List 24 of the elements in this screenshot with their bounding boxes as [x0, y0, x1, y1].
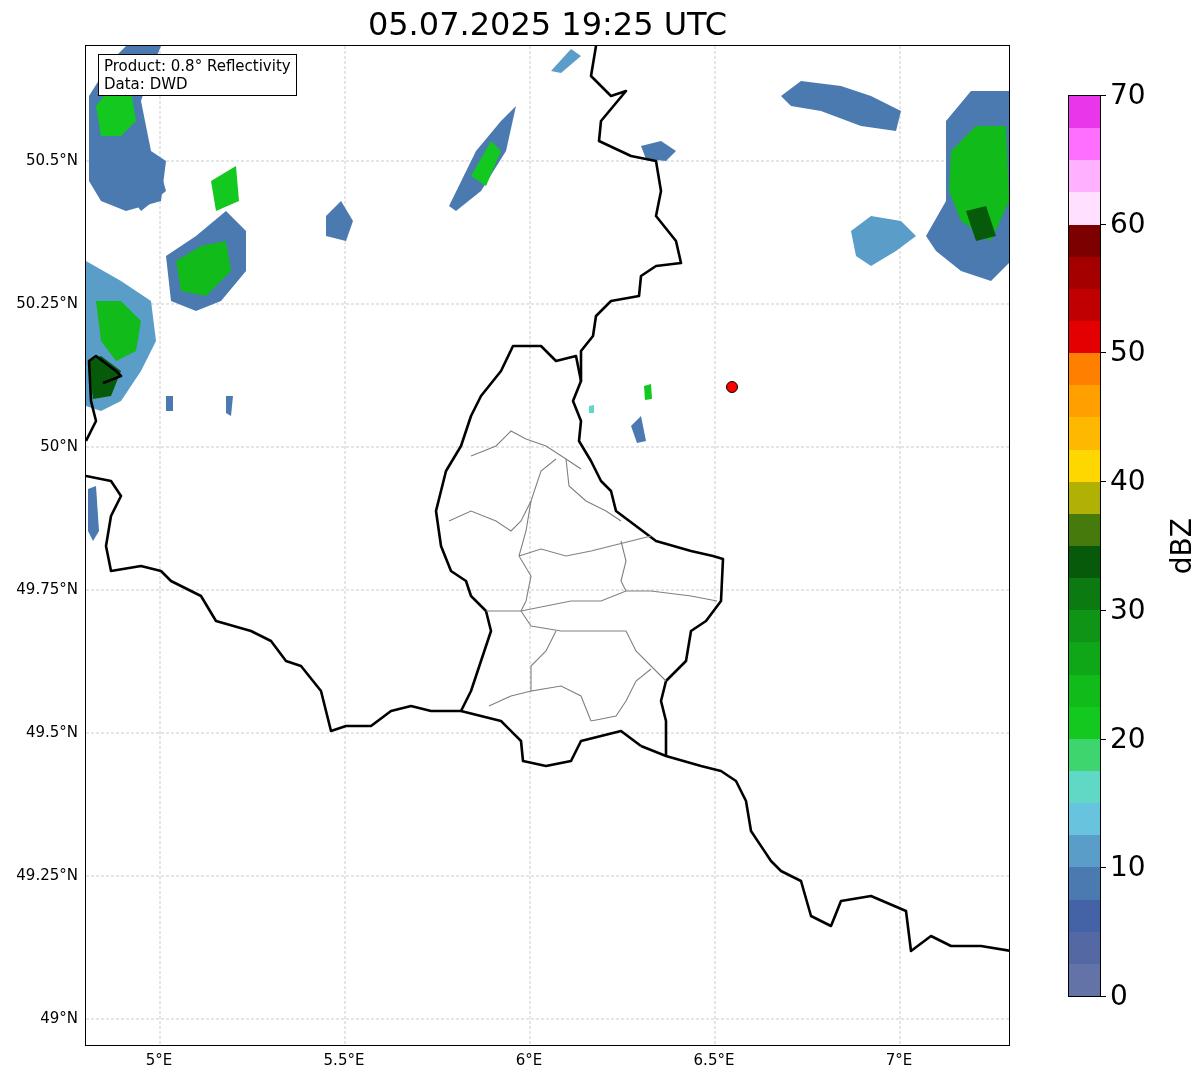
axis-tick-label: 5.5°E [322, 1051, 366, 1069]
axis-tick-label: 49°N [39, 1009, 78, 1027]
axis-tick-label: 6°E [514, 1051, 544, 1069]
axis-tick-label: 49.75°N [15, 580, 78, 598]
colorbar-tick-label: 40 [1110, 465, 1146, 497]
axis-tick-label: 49.25°N [15, 866, 78, 884]
axis-tick-label: 49.5°N [24, 723, 78, 741]
colorbar-tick-label: 0 [1110, 980, 1128, 1012]
axis-tick-label: 50.25°N [15, 294, 78, 312]
colorbar-tick-label: 60 [1110, 208, 1146, 240]
axis-tick-label: 50°N [39, 437, 78, 455]
colorbar-tick-label: 10 [1110, 851, 1146, 883]
axis-tick-label: 7°E [884, 1051, 914, 1069]
chart-title: 05.07.2025 19:25 UTC [366, 4, 729, 44]
colorbar-tick-label: 70 [1110, 79, 1146, 111]
colorbar-tick-label: 50 [1110, 336, 1146, 368]
axis-tick-label: 5°E [144, 1051, 174, 1069]
legend-text: Data: DWD [104, 75, 189, 93]
legend-text: Product: 0.8° Reflectivity [104, 57, 291, 75]
colorbar-tick-label: 30 [1110, 594, 1146, 626]
colorbar-title: dBZ [1165, 518, 1199, 575]
colorbar-tick-label: 20 [1110, 723, 1146, 755]
axis-tick-label: 6.5°E [692, 1051, 736, 1069]
axis-tick-label: 50.5°N [24, 151, 78, 169]
